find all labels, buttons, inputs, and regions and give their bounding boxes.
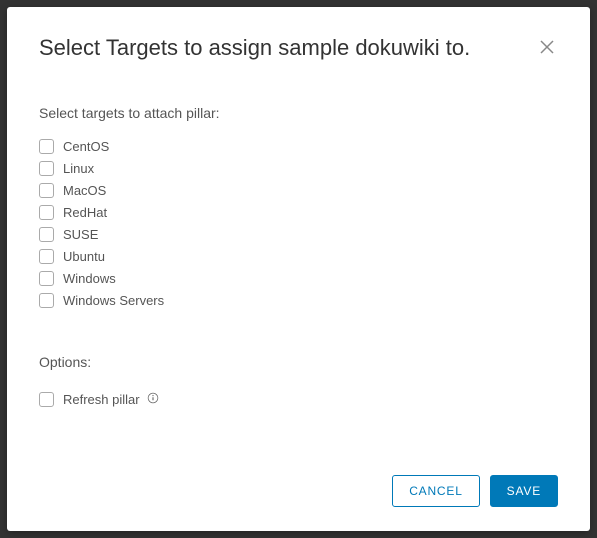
checkbox-icon[interactable] (39, 249, 54, 264)
options-section-label: Options: (39, 354, 558, 370)
checkbox-icon[interactable] (39, 205, 54, 220)
checkbox-icon[interactable] (39, 161, 54, 176)
target-row-macos[interactable]: MacOS (39, 183, 558, 198)
options-section: Options: Refresh pillar (39, 354, 558, 407)
target-row-linux[interactable]: Linux (39, 161, 558, 176)
modal-header: Select Targets to assign sample dokuwiki… (39, 34, 558, 63)
checkbox-icon[interactable] (39, 271, 54, 286)
modal-footer: CANCEL SAVE (39, 475, 558, 507)
target-row-windows-servers[interactable]: Windows Servers (39, 293, 558, 308)
target-label: Linux (63, 161, 94, 176)
target-label: Windows Servers (63, 293, 164, 308)
checkbox-icon[interactable] (39, 139, 54, 154)
close-button[interactable] (536, 36, 558, 61)
checkbox-icon[interactable] (39, 392, 54, 407)
targets-list: CentOS Linux MacOS RedHat SUSE Ubuntu (39, 139, 558, 308)
target-row-windows[interactable]: Windows (39, 271, 558, 286)
target-label: CentOS (63, 139, 109, 154)
checkbox-icon[interactable] (39, 227, 54, 242)
modal-dialog: Select Targets to assign sample dokuwiki… (7, 7, 590, 531)
target-label: MacOS (63, 183, 106, 198)
refresh-pillar-text: Refresh pillar (63, 392, 140, 407)
checkbox-icon[interactable] (39, 293, 54, 308)
option-row-refresh-pillar[interactable]: Refresh pillar (39, 392, 558, 407)
target-row-centos[interactable]: CentOS (39, 139, 558, 154)
cancel-button[interactable]: CANCEL (392, 475, 479, 507)
target-label: Ubuntu (63, 249, 105, 264)
modal-title: Select Targets to assign sample dokuwiki… (39, 34, 470, 63)
refresh-pillar-label: Refresh pillar (63, 392, 159, 407)
target-label: RedHat (63, 205, 107, 220)
close-icon (540, 40, 554, 57)
target-label: SUSE (63, 227, 98, 242)
targets-section: Select targets to attach pillar: CentOS … (39, 105, 558, 308)
target-row-redhat[interactable]: RedHat (39, 205, 558, 220)
checkbox-icon[interactable] (39, 183, 54, 198)
save-button[interactable]: SAVE (490, 475, 558, 507)
info-icon[interactable] (147, 392, 159, 404)
targets-section-label: Select targets to attach pillar: (39, 105, 558, 121)
target-row-suse[interactable]: SUSE (39, 227, 558, 242)
target-label: Windows (63, 271, 116, 286)
target-row-ubuntu[interactable]: Ubuntu (39, 249, 558, 264)
